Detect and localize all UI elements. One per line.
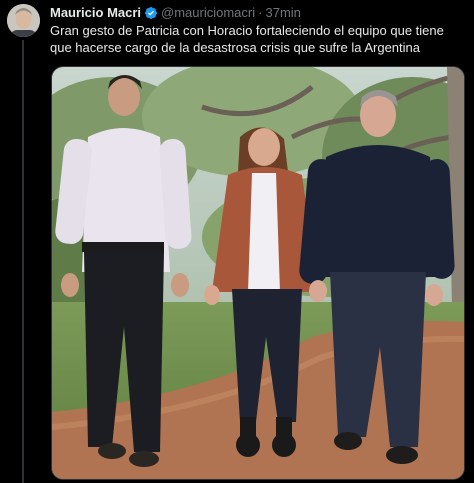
tweet-timestamp[interactable]: 37min	[265, 5, 300, 21]
author-name[interactable]: Mauricio Macri	[50, 5, 141, 21]
tweet-header: Mauricio Macri @mauriciomacri · 37min	[50, 5, 301, 21]
author-handle[interactable]: @mauriciomacri	[161, 5, 255, 21]
verified-badge-icon	[144, 6, 158, 20]
thread-line	[22, 40, 24, 483]
tweet-photo[interactable]	[51, 66, 465, 480]
photo-image	[52, 67, 464, 479]
avatar[interactable]	[7, 4, 40, 37]
avatar-image	[7, 4, 40, 37]
tweet[interactable]: Mauricio Macri @mauriciomacri · 37min Gr…	[0, 0, 474, 483]
tweet-text: Gran gesto de Patricia con Horacio forta…	[50, 23, 444, 55]
separator-dot: ·	[258, 5, 263, 20]
